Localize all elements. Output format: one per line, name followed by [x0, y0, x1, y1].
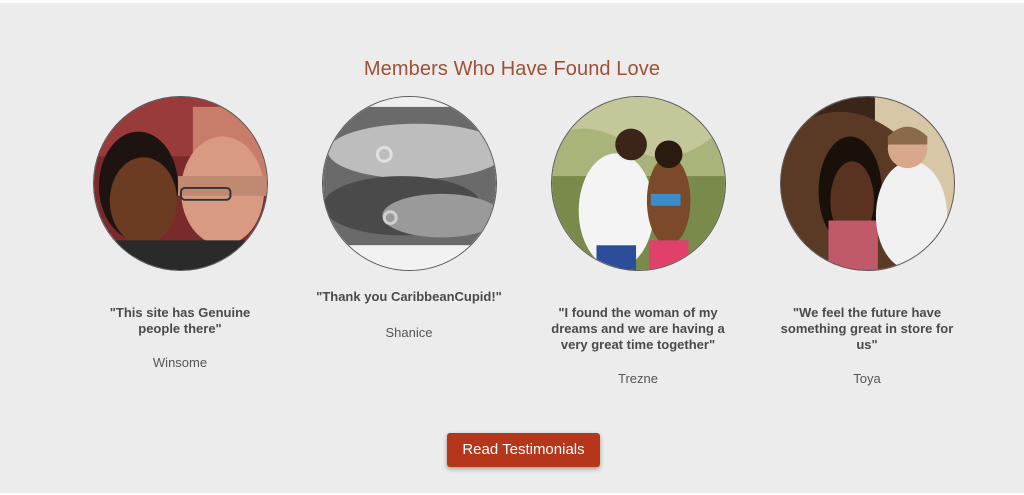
member-name: Toya: [853, 371, 881, 386]
member-card: "Thank you CaribbeanCupid!" Shanice: [294, 96, 524, 340]
member-name: Trezne: [618, 371, 658, 386]
member-name: Winsome: [152, 355, 208, 370]
member-quote: "This site has Genuine people there": [109, 305, 251, 336]
member-quote: "Thank you CaribbeanCupid!": [316, 289, 502, 304]
member-name: Shanice: [385, 325, 433, 340]
read-testimonials-button[interactable]: Read Testimonials: [447, 433, 600, 467]
couple-photo-4: [780, 97, 954, 270]
member-photo: [550, 96, 726, 271]
success-stories-section: Members Who Have Found Love "This site h…: [0, 3, 1024, 493]
couple-photo-2: [322, 97, 496, 270]
member-photo: [779, 96, 955, 271]
member-card: "This site has Genuine people there" Win…: [65, 96, 295, 370]
member-quote: "I found the woman of my dreams and we a…: [551, 305, 725, 352]
member-card: "We feel the future have something great…: [752, 96, 982, 386]
member-photo: [321, 96, 497, 271]
member-photo: [92, 96, 268, 271]
couple-photo-3: [551, 97, 725, 270]
couple-photo-1: [93, 97, 267, 270]
section-title: Members Who Have Found Love: [363, 58, 661, 80]
member-quote: "We feel the future have something great…: [780, 305, 954, 352]
member-card: "I found the woman of my dreams and we a…: [523, 96, 753, 386]
